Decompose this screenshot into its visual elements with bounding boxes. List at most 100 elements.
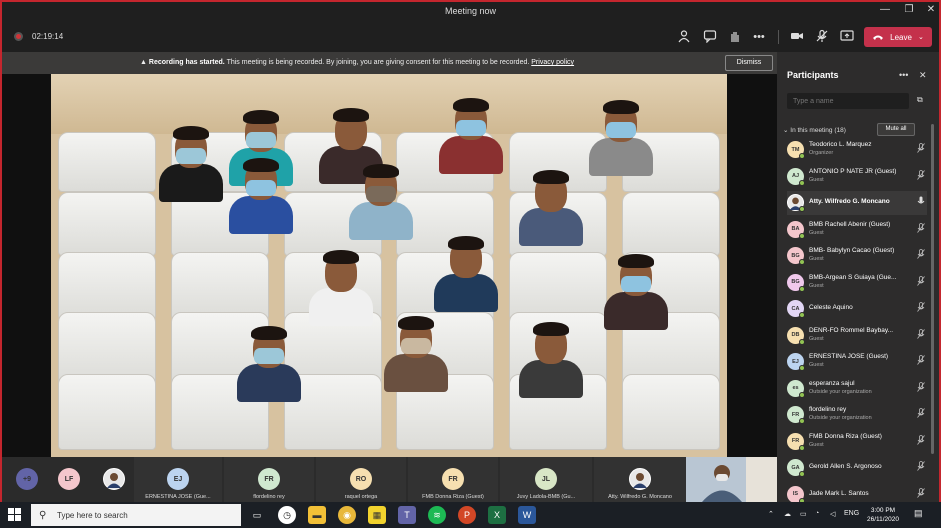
meeting-attendee <box>376 312 456 392</box>
task-view-icon[interactable]: ▭ <box>248 506 266 524</box>
volume-icon[interactable]: ◁ <box>830 510 835 518</box>
app-icon-clock[interactable]: ◷ <box>278 506 296 524</box>
mic-muted-icon[interactable] <box>917 328 925 341</box>
filmstrip-tile[interactable]: EJ ERNESTINA JOSE (Gue... <box>134 457 222 502</box>
mic-muted-icon[interactable] <box>917 302 925 314</box>
attendee-body <box>519 208 583 246</box>
filmstrip-tile[interactable] <box>96 457 132 502</box>
participant-row[interactable]: CA Celeste Aquino <box>787 297 927 321</box>
wifi-icon[interactable]: ◔ <box>815 510 819 517</box>
file-explorer-icon[interactable]: ▬ <box>308 506 326 524</box>
participants-icon[interactable] <box>676 29 692 45</box>
share-invite-icon[interactable]: ⧉ <box>917 95 923 105</box>
filmstrip-tile[interactable]: LF <box>52 457 86 502</box>
more-actions-icon[interactable]: ••• <box>751 29 767 45</box>
filmstrip-tile[interactable]: RO raquel ortega <box>316 457 406 502</box>
dismiss-button[interactable]: Dismiss <box>725 55 773 71</box>
chevron-down-icon[interactable]: ⌄ <box>918 33 924 41</box>
participant-row[interactable]: es esperanza sajul Outside your organizati… <box>787 377 927 401</box>
camera-icon[interactable] <box>789 29 805 45</box>
chat-icon[interactable] <box>702 29 718 45</box>
notifications-icon[interactable]: ▤ <box>914 508 923 519</box>
clock-date: 26/11/2020 <box>866 516 900 523</box>
participant-row[interactable]: BA BMB Rachell Abenir (Guest) Guest <box>787 218 927 242</box>
participant-row[interactable]: EJ ERNESTINA JOSE (Guest) Guest <box>787 350 927 374</box>
minimize-icon[interactable]: — <box>877 4 893 15</box>
mic-muted-icon[interactable] <box>917 275 925 288</box>
participant-row[interactable]: DB DENR-FO Rommel Baybay... Guest <box>787 324 927 348</box>
battery-icon[interactable]: ▭ <box>800 510 807 518</box>
face-mask <box>456 120 486 136</box>
close-icon[interactable]: ✕ <box>923 4 939 15</box>
mute-all-button[interactable]: Mute all <box>877 123 915 136</box>
powerpoint-icon[interactable]: P <box>458 506 476 524</box>
mic-muted-icon[interactable] <box>917 249 925 261</box>
sticky-notes-icon[interactable]: ▦ <box>368 506 386 524</box>
participant-row[interactable]: BG BMB-Argean S Guiaya (Gue... Guest <box>787 271 927 295</box>
main-video-feed[interactable] <box>51 74 727 457</box>
participant-role: Guest <box>809 176 824 183</box>
language-indicator[interactable]: ENG <box>844 510 859 517</box>
taskbar-search[interactable]: ⚲ Type here to search <box>31 504 241 526</box>
recording-banner: ▲ Recording has started. This meeting is… <box>2 52 777 74</box>
mic-muted-icon[interactable] <box>814 29 830 45</box>
self-view-video[interactable] <box>686 457 777 502</box>
mic-muted-icon[interactable] <box>917 408 925 420</box>
avatar: EJ <box>167 468 189 490</box>
taskbar-clock[interactable]: 3:00 PM 26/11/2020 <box>858 506 908 524</box>
mic-muted-icon[interactable] <box>917 461 925 473</box>
filmstrip-tile[interactable]: FR FMB Donna Riza (Guest) <box>408 457 498 502</box>
mic-icon[interactable] <box>917 196 925 208</box>
face-mask <box>606 122 636 138</box>
mic-muted-icon[interactable] <box>917 487 925 500</box>
participant-row[interactable]: AJ ANTONIO P NATE JR (Guest) Guest <box>787 165 927 189</box>
meeting-attendee <box>301 246 381 326</box>
teams-icon[interactable]: T <box>398 506 416 524</box>
filmstrip-tile[interactable]: FR flordelino rey <box>224 457 314 502</box>
auditorium-chair <box>621 374 720 450</box>
avatar: FR <box>258 468 280 490</box>
banner-headline: Recording has started. <box>148 59 225 66</box>
panel-close-icon[interactable]: ✕ <box>919 70 927 81</box>
avatar-photo <box>629 468 651 490</box>
spotify-icon[interactable]: ≋ <box>428 506 446 524</box>
maximize-icon[interactable]: ❐ <box>901 4 917 15</box>
participant-row[interactable]: TM Teodorico L. Marquez Organizer <box>787 138 927 162</box>
attendee-hair <box>251 326 287 340</box>
mic-muted-icon[interactable] <box>917 355 925 367</box>
participant-row[interactable]: GA Gerold Allen S. Argonoso <box>787 456 927 480</box>
participant-row[interactable]: FR flordelino rey Outside your organizatio… <box>787 403 927 427</box>
word-icon[interactable]: W <box>518 506 536 524</box>
mic-muted-icon[interactable] <box>917 222 925 235</box>
filmstrip-tile[interactable]: JL Juvy Ladola-BMB (Gu... <box>500 457 592 502</box>
excel-icon[interactable]: X <box>488 506 506 524</box>
participant-row[interactable]: IS Jade Mark L. Santos <box>787 483 927 502</box>
raise-hand-icon[interactable] <box>727 29 743 45</box>
participant-row[interactable]: BG BMB- Babylyn Cacao (Guest) Guest <box>787 244 927 268</box>
attendee-hair <box>453 98 489 112</box>
participant-search-input[interactable] <box>787 93 909 109</box>
windows-start-icon[interactable] <box>8 508 22 522</box>
meeting-attendee <box>229 322 309 402</box>
network-icon[interactable]: ☁ <box>784 510 791 518</box>
in-meeting-header[interactable]: ⌄ In this meeting (18) <box>783 126 846 134</box>
participant-row[interactable]: Atty. Wilfredo G. Moncano <box>787 191 927 215</box>
chrome-icon[interactable]: ◉ <box>338 506 356 524</box>
mic-muted-icon[interactable] <box>917 169 925 182</box>
panel-scrollbar[interactable] <box>931 124 934 454</box>
privacy-policy-link[interactable]: Privacy policy <box>531 59 574 66</box>
mic-muted-icon[interactable] <box>917 381 925 394</box>
attendee-body <box>237 364 301 402</box>
mic-muted-icon[interactable] <box>917 434 925 447</box>
panel-more-icon[interactable]: ••• <box>899 70 908 80</box>
leave-button[interactable]: Leave ⌄ <box>864 27 932 47</box>
participant-row[interactable]: FR FMB Donna Riza (Guest) Guest <box>787 430 927 454</box>
banner-text: This meeting is being recorded. By joini… <box>226 59 530 66</box>
attendee-hair <box>533 170 569 184</box>
filmstrip-tile[interactable]: Atty. Wilfredo G. Moncano <box>594 457 686 502</box>
mic-muted-icon[interactable] <box>917 143 925 155</box>
share-screen-icon[interactable] <box>839 29 855 45</box>
filmstrip-tile[interactable]: +9 <box>12 457 42 502</box>
attendee-hair <box>333 108 369 122</box>
tray-overflow-icon[interactable]: ⌃ <box>768 510 774 518</box>
